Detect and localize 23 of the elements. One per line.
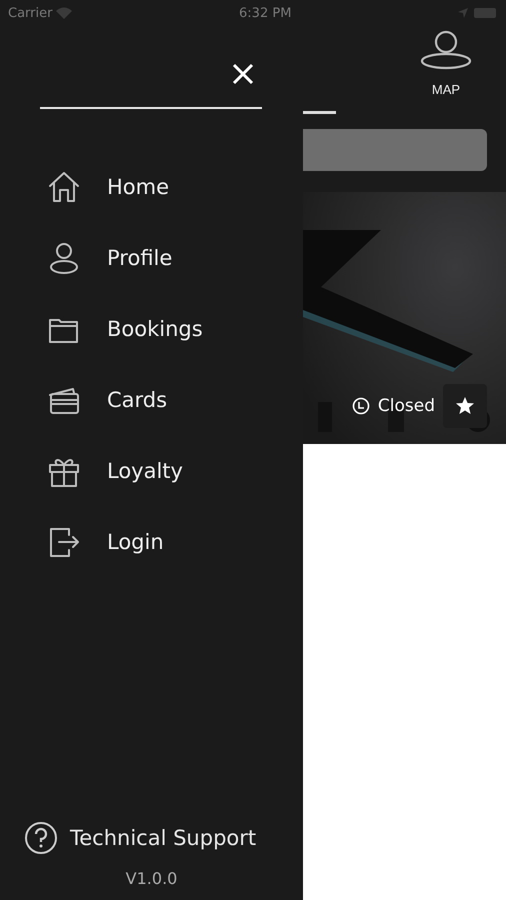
menu-item[interactable]: Login: [0, 506, 303, 577]
close-icon: [231, 62, 255, 86]
clock-icon: [352, 397, 370, 415]
battery-icon: [474, 8, 498, 18]
status-time: 6:32 PM: [239, 6, 292, 20]
help-icon: [24, 821, 58, 855]
technical-support-link[interactable]: Technical Support: [0, 821, 303, 855]
menu-item[interactable]: Profile: [0, 222, 303, 293]
user-icon: [47, 240, 81, 274]
menu-item[interactable]: Bookings: [0, 293, 303, 364]
map-button[interactable]: MAP: [420, 30, 472, 97]
menu-item[interactable]: Cards: [0, 364, 303, 435]
location-icon: [458, 8, 468, 18]
home-icon: [47, 170, 81, 204]
user-icon: [420, 30, 472, 70]
status-label: Closed: [352, 396, 435, 416]
wifi-icon: [56, 7, 72, 19]
menu-item[interactable]: Loyalty: [0, 435, 303, 506]
favorite-button[interactable]: [443, 384, 487, 428]
carrier-label: Carrier: [8, 6, 52, 20]
star-icon: [455, 396, 475, 416]
menu-item[interactable]: Home: [0, 151, 303, 222]
version-label: V1.0.0: [124, 869, 178, 888]
